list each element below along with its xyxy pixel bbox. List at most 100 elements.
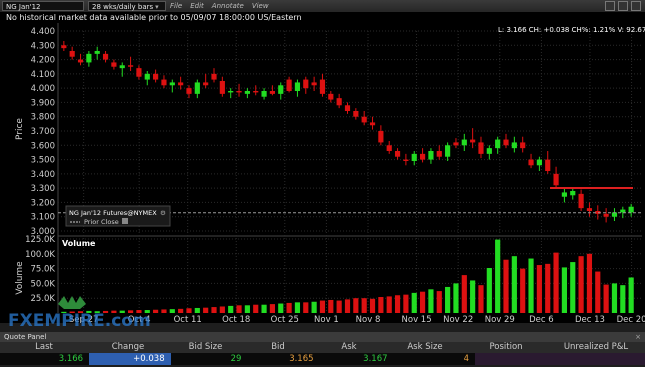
volume-bar (428, 289, 434, 313)
period-selector[interactable]: 28 wks/daily bars ▾ (88, 1, 166, 11)
volume-bar (261, 304, 267, 313)
logo-graphic: FXEMPIRE.com (8, 296, 151, 331)
chart-area[interactable]: 4.400 4.300 4.200 4.100 4.000 3.900 3.800 3.700… (0, 23, 645, 330)
header-bid: Bid (271, 342, 285, 352)
volume-bar (394, 295, 401, 313)
volume-bar (603, 284, 609, 313)
price-volume-chart[interactable]: 4.400 4.300 4.200 4.100 4.000 3.900 3.800 3.700… (0, 23, 645, 330)
volume-bar (611, 283, 618, 313)
x-tick-label: Nov 29 (485, 315, 515, 323)
volume-bar (595, 271, 601, 313)
candle-body (386, 145, 392, 151)
volume-bar (470, 280, 476, 313)
quote-row[interactable]: 3.166 +0.038 29 3.165 3.167 4 (0, 353, 645, 365)
candle-body (136, 68, 142, 77)
price-ticks: 4.400 4.300 4.200 4.100 4.000 3.900 3.800 3.700… (31, 27, 55, 237)
chart-legend[interactable]: NG Jan'12 Futures@NYMEX ⚙ Prior Close (65, 205, 171, 227)
close-icon[interactable]: × (635, 332, 641, 342)
candle-body (219, 81, 225, 94)
candle-body (470, 139, 476, 143)
price-tick-label: 4.000 (31, 84, 55, 94)
volume-bar (378, 297, 384, 313)
candle-body (328, 93, 334, 100)
volume-bar (353, 298, 359, 313)
header-position: Position (489, 342, 523, 352)
volume-bar (369, 298, 376, 313)
volume-bar (219, 306, 225, 313)
price-tick-label: 4.300 (31, 41, 55, 51)
volume-bar (303, 302, 309, 313)
volume-bar (336, 300, 342, 313)
candle-body (511, 142, 517, 149)
volume-title: Volume (62, 239, 96, 248)
candle-body (178, 82, 184, 86)
candle-body (153, 73, 159, 80)
value-bid: 3.165 (289, 354, 314, 364)
volume-bar (186, 308, 192, 313)
x-tick-label: Oct 18 (222, 315, 250, 323)
volume-bar (319, 300, 326, 313)
volume-bar (228, 305, 234, 313)
volume-bar (361, 298, 367, 313)
candle-body (169, 82, 175, 86)
price-tick-label: 3.100 (31, 213, 55, 223)
close-icon[interactable] (631, 1, 641, 11)
volume-bar (536, 265, 542, 313)
candle-body (94, 51, 100, 54)
x-tick-label: Nov 22 (443, 315, 473, 323)
x-tick-label: Dec 6 (529, 315, 554, 323)
volume-bar (236, 305, 242, 313)
volume-bar (203, 307, 209, 313)
menu-view[interactable]: View (252, 1, 269, 11)
candle-body (61, 45, 67, 49)
volume-bar (620, 285, 626, 313)
price-tick-label: 3.500 (31, 156, 55, 166)
volume-bar (578, 256, 584, 313)
candle-body (203, 82, 209, 86)
value-last: 3.166 (58, 354, 84, 364)
candle-body (553, 173, 559, 186)
candle-body (261, 91, 267, 97)
checkbox-icon[interactable] (122, 218, 128, 224)
candle-body (578, 193, 584, 209)
candle-body (294, 82, 301, 91)
menu-file[interactable]: File (170, 1, 182, 11)
candle-body (520, 142, 526, 149)
minimize-icon[interactable] (605, 1, 615, 11)
crown-icon (58, 296, 86, 309)
volume-bar (278, 303, 284, 313)
x-tick-label: Oct 25 (271, 315, 299, 323)
menu-annotate[interactable]: Annotate (212, 1, 244, 11)
candle-body (119, 65, 125, 69)
volume-bar (511, 256, 517, 313)
volume-bar (628, 277, 634, 313)
menu-edit[interactable]: Edit (190, 1, 204, 11)
value-bid-size: 29 (230, 354, 242, 364)
x-tick-label: Dec 20 (617, 315, 645, 323)
candle-body (411, 153, 417, 161)
candle-body (486, 148, 492, 154)
volume-bar (178, 308, 184, 313)
symbol-selector[interactable]: NG Jan'12 @NYMEX▾ (2, 1, 84, 21)
menu-bar: File Edit Annotate View (170, 1, 269, 11)
legend-prior-close: Prior Close (84, 218, 119, 226)
candle-body (403, 159, 409, 161)
candle-body (336, 98, 342, 106)
maximize-icon[interactable] (618, 1, 628, 11)
settings-icon[interactable]: ⚙ (160, 209, 166, 217)
window-controls (605, 1, 641, 11)
candle-body (536, 159, 542, 166)
volume-bar (328, 299, 334, 313)
candle-body (436, 151, 442, 157)
value-change: +0.038 (89, 353, 171, 365)
candle-body (628, 206, 634, 213)
candle-body (236, 91, 242, 93)
candle-body (77, 59, 84, 63)
candle-body (428, 151, 434, 160)
candle-body (228, 91, 234, 93)
candle-body (369, 122, 376, 126)
volume-bar (561, 267, 567, 313)
candle-body (586, 208, 593, 211)
value-unrealized-pnl (552, 353, 645, 365)
candle-body (211, 73, 217, 80)
